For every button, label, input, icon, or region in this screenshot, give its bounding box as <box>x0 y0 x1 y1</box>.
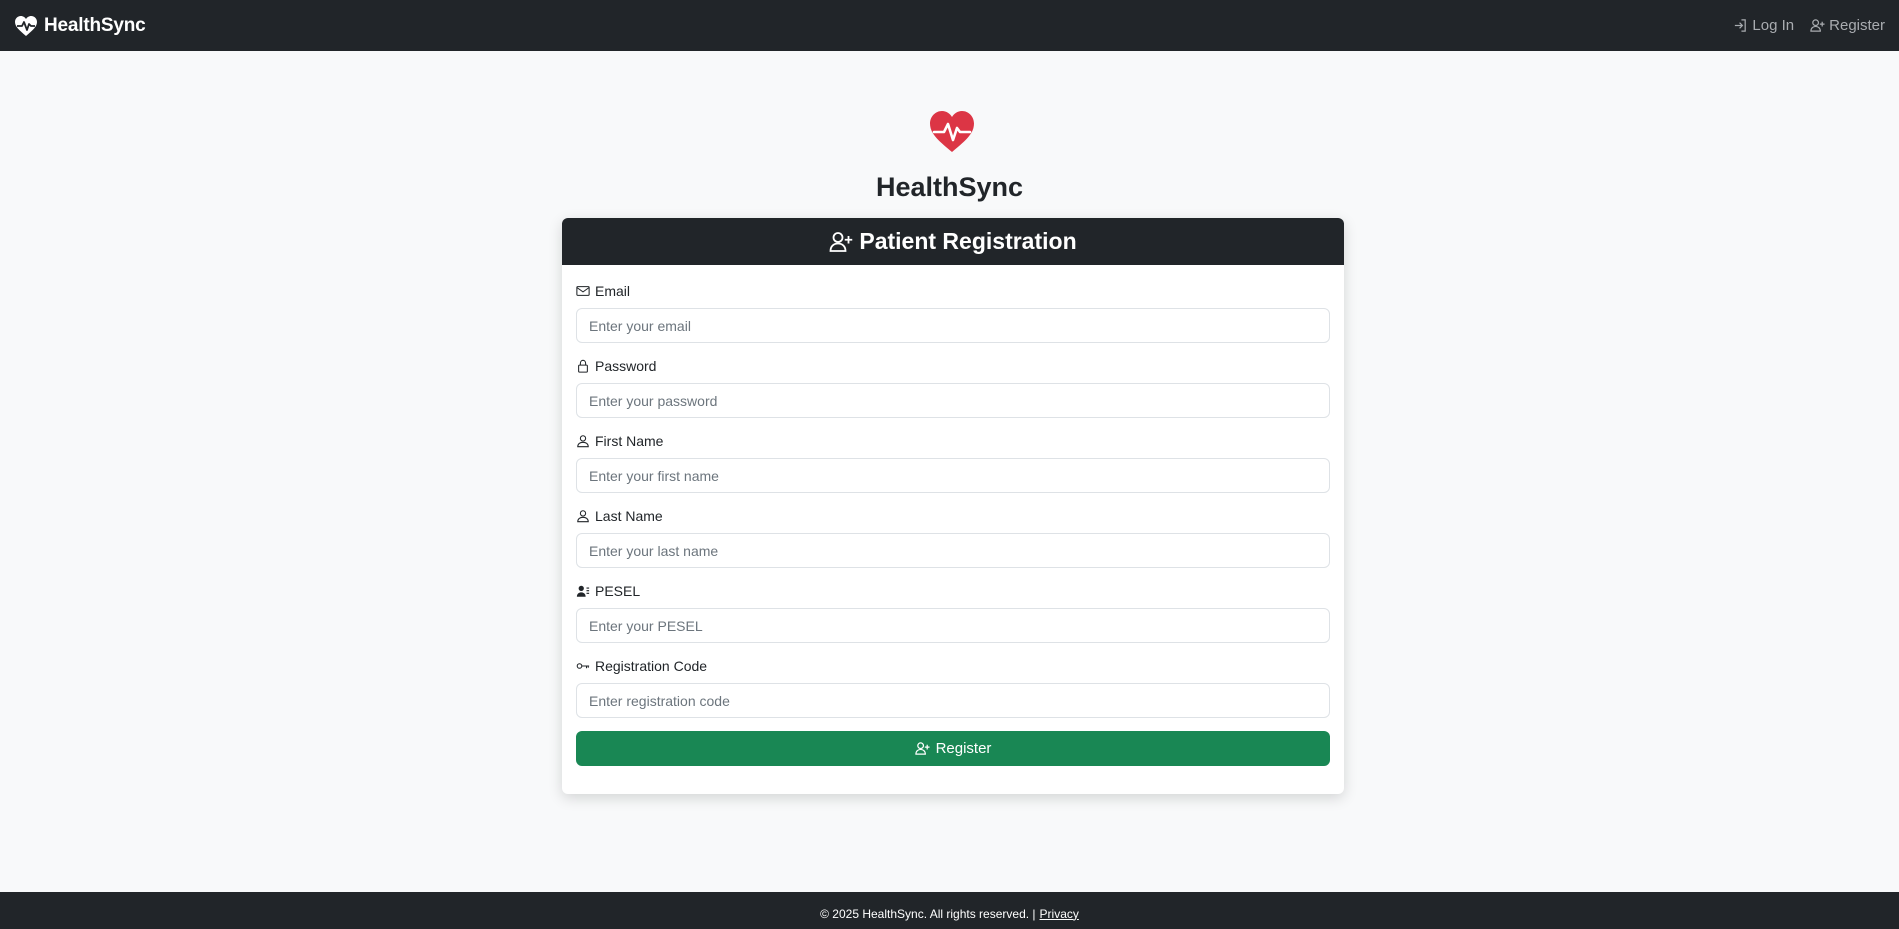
nav-register-link[interactable]: Register <box>1810 17 1885 34</box>
first-name-label-text: First Name <box>595 432 664 449</box>
nav-links: Log In Register <box>1733 17 1885 34</box>
page-title: HealthSync <box>875 172 1024 202</box>
last-name-label-text: Last Name <box>595 507 663 524</box>
registration-code-label: Registration Code <box>576 656 1330 675</box>
person-icon <box>577 434 589 447</box>
pesel-label-text: PESEL <box>595 582 641 599</box>
navbar: HealthSync Log In Register <box>0 0 1899 51</box>
email-label: Email <box>576 281 1330 300</box>
person-icon <box>577 509 589 522</box>
last-name-label: Last Name <box>576 506 1330 525</box>
registration-form: Email Password First Name <box>562 265 1344 766</box>
password-field-group: Password <box>576 356 1330 418</box>
first-name-field[interactable] <box>576 458 1330 493</box>
registration-code-label-text: Registration Code <box>595 657 708 674</box>
brand-link[interactable]: HealthSync <box>14 14 146 37</box>
nav-login-link[interactable]: Log In <box>1733 17 1794 34</box>
person-plus-icon <box>914 742 930 755</box>
nav-register-label: Register <box>1829 17 1885 34</box>
brand-name: HealthSync <box>44 14 146 36</box>
password-label-text: Password <box>595 357 657 374</box>
pesel-label: PESEL <box>576 581 1330 600</box>
email-field[interactable] <box>576 308 1330 343</box>
registration-code-field-group: Registration Code <box>576 656 1330 718</box>
lock-icon <box>578 359 588 373</box>
pesel-field[interactable] <box>576 608 1330 643</box>
password-field[interactable] <box>576 383 1330 418</box>
person-plus-icon <box>1810 19 1825 32</box>
last-name-field-group: Last Name <box>576 506 1330 568</box>
registration-card: Patient Registration Email Password <box>562 218 1344 794</box>
card-title: Patient Registration <box>859 228 1077 254</box>
email-label-text: Email <box>595 282 631 299</box>
privacy-link[interactable]: Privacy <box>1040 907 1079 921</box>
email-field-group: Email <box>576 281 1330 343</box>
register-button[interactable]: Register <box>576 731 1330 766</box>
footer: © 2025 HealthSync. All rights reserved. … <box>0 892 1899 929</box>
first-name-label: First Name <box>576 431 1330 450</box>
key-icon <box>576 662 590 669</box>
card-header: Patient Registration <box>562 218 1344 265</box>
heart-pulse-icon <box>15 15 37 36</box>
login-icon <box>1735 19 1747 32</box>
registration-code-field[interactable] <box>576 683 1330 718</box>
last-name-field[interactable] <box>576 533 1330 568</box>
envelope-icon <box>576 285 590 296</box>
person-vcard-icon <box>576 585 590 597</box>
pesel-field-group: PESEL <box>576 581 1330 643</box>
heart-pulse-icon <box>930 111 974 152</box>
person-plus-icon <box>829 231 853 252</box>
first-name-field-group: First Name <box>576 431 1330 493</box>
footer-copyright: © 2025 HealthSync. All rights reserved. … <box>820 906 1036 921</box>
nav-login-label: Log In <box>1752 17 1795 34</box>
register-button-label: Register <box>935 740 992 757</box>
password-label: Password <box>576 356 1330 375</box>
